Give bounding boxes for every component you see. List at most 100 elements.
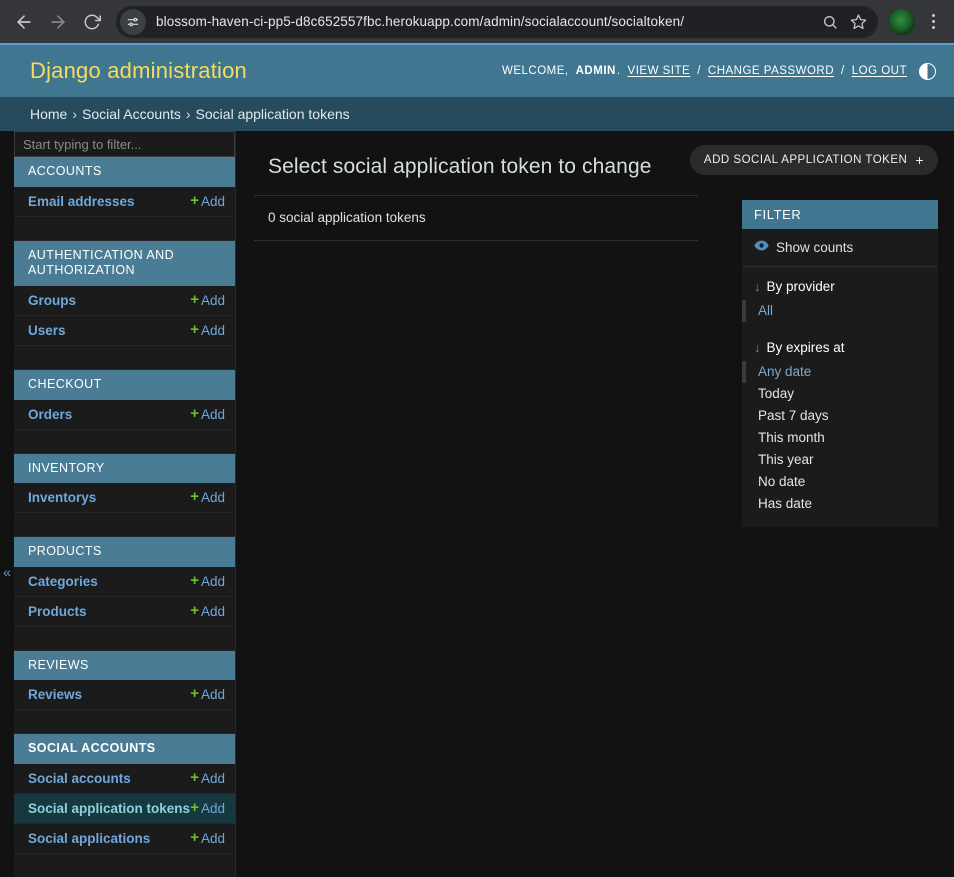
sidebar-spacer (14, 429, 235, 454)
plus-icon: + (190, 191, 199, 209)
sidebar-item-label[interactable]: Reviews (28, 687, 82, 702)
sidebar-add-link[interactable]: + Add (190, 406, 225, 422)
filter-choice-label[interactable]: Past 7 days (758, 408, 829, 423)
filter-choice-label[interactable]: This year (758, 452, 814, 467)
sidebar-add-link[interactable]: + Add (190, 769, 225, 786)
sidebar-item-label[interactable]: Groups (28, 293, 76, 308)
sidebar-item-users[interactable]: Users + Add (14, 315, 235, 346)
search-icon[interactable] (816, 8, 844, 36)
sidebar-app-caption-social-accounts[interactable]: SOCIAL ACCOUNTS (14, 734, 235, 764)
sidebar-item-label[interactable]: Products (28, 604, 87, 619)
welcome-text: WELCOME, (502, 65, 569, 77)
filter-choice-label[interactable]: No date (758, 474, 805, 489)
sidebar-item-products[interactable]: Products + Add (14, 596, 235, 627)
bookmark-star-icon[interactable] (844, 8, 872, 36)
filter-choice-no-date[interactable]: No date (742, 471, 938, 493)
breadcrumb-separator: › (72, 106, 78, 122)
filter-heading[interactable]: ↓ By provider (742, 276, 938, 300)
breadcrumb: Home › Social Accounts › Social application … (0, 97, 954, 131)
sidebar-item-social-accounts[interactable]: Social accounts + Add (14, 764, 235, 794)
sidebar-app-caption-products[interactable]: PRODUCTS (14, 537, 235, 567)
sidebar-item-inventorys[interactable]: Inventorys + Add (14, 483, 235, 514)
sidebar-item-label[interactable]: Categories (28, 574, 98, 589)
sidebar-app-caption-inventory[interactable]: INVENTORY (14, 453, 235, 484)
filter-choice-today[interactable]: Today (742, 383, 938, 405)
sidebar-item-label[interactable]: Email addresses (28, 194, 135, 209)
site-settings-icon[interactable] (120, 8, 146, 35)
add-social-application-token-button[interactable]: ADD SOCIAL APPLICATION TOKEN + (689, 145, 938, 175)
sidebar-app-caption-authentication-and-authorization[interactable]: AUTHENTICATION AND AUTHORIZATION (14, 240, 235, 286)
result-count: 0 social application tokens (268, 210, 426, 225)
sidebar-add-link[interactable]: + Add (190, 292, 225, 308)
add-label: Add (200, 406, 225, 422)
log-out-link[interactable]: LOG OUT (852, 65, 907, 77)
sidebar-add-link[interactable]: + Add (190, 686, 225, 702)
sidebar-item-orders[interactable]: Orders + Add (14, 399, 235, 430)
filter-choice-label[interactable]: All (758, 303, 773, 318)
breadcrumb-separator: › (185, 106, 191, 122)
sidebar-collapse-toggle[interactable]: « (0, 559, 14, 585)
sidebar-item-social-applications[interactable]: Social applications + Add (14, 824, 235, 854)
show-counts-toggle[interactable]: Show counts (742, 229, 938, 267)
profile-avatar-icon[interactable] (888, 7, 916, 36)
page-title: Django administration (30, 58, 247, 83)
view-site-link[interactable]: VIEW SITE (628, 65, 691, 77)
filter-group-by-expires-at: ↓ By expires at Any date Today Past 7 days Th… (742, 328, 938, 527)
filter-choice-label[interactable]: This month (758, 430, 825, 445)
filter-choice-past-7-days[interactable]: Past 7 days (742, 405, 938, 427)
welcome-period: . (616, 65, 621, 77)
sidebar-filter-input[interactable] (14, 131, 235, 157)
user-tools: WELCOME, ADMIN . VIEW SITE / CHANGE PASS… (502, 62, 936, 80)
reload-icon[interactable] (76, 6, 108, 38)
sidebar-item-label[interactable]: Inventorys (28, 490, 96, 505)
browser-toolbar: blossom-haven-ci-pp5-d8c652557fbc.heroku… (0, 0, 954, 43)
filter-choice-this-month[interactable]: This month (742, 427, 938, 449)
plus-icon: + (190, 769, 199, 786)
plus-icon: + (190, 829, 199, 846)
sidebar-add-link[interactable]: + Add (190, 829, 225, 846)
forward-arrow-icon[interactable] (42, 6, 74, 38)
address-bar[interactable]: blossom-haven-ci-pp5-d8c652557fbc.heroku… (116, 5, 878, 38)
filter-heading-label: By provider (766, 279, 835, 294)
sidebar-add-link[interactable]: + Add (190, 488, 225, 506)
sidebar-add-link[interactable]: + Add (190, 800, 225, 816)
filter-choice-any-date[interactable]: Any date (742, 361, 938, 383)
filter-choice-all[interactable]: All (742, 300, 938, 322)
add-label: Add (200, 193, 225, 209)
sidebar-item-label[interactable]: Social application tokens (28, 801, 190, 816)
sidebar-app-list: ACCOUNTS Email addresses + Add AUTHENTICATIO… (14, 157, 235, 877)
sidebar-item-label[interactable]: Social applications (28, 831, 150, 846)
filter-choice-label[interactable]: Has date (758, 496, 812, 511)
sidebar-add-link[interactable]: + Add (190, 573, 225, 589)
sidebar-item-label[interactable]: Users (28, 323, 66, 338)
breadcrumb-item-home[interactable]: Home (30, 106, 67, 122)
sidebar-item-categories[interactable]: Categories + Add (14, 566, 235, 597)
sidebar-app-block: INVENTORY Inventorys + Add (14, 453, 235, 514)
theme-toggle-icon[interactable] (919, 62, 936, 80)
sidebar-item-label[interactable]: Social accounts (28, 771, 131, 786)
sidebar-add-link[interactable]: + Add (190, 191, 225, 209)
sidebar-add-link[interactable]: + Add (190, 322, 225, 338)
plus-icon: + (190, 488, 199, 506)
sidebar-item-groups[interactable]: Groups + Add (14, 285, 235, 316)
filter-choice-this-year[interactable]: This year (742, 449, 938, 471)
sidebar-app-caption-accounts[interactable]: ACCOUNTS (14, 157, 235, 187)
sidebar-app-caption-checkout[interactable]: CHECKOUT (14, 369, 235, 400)
filter-choice-label[interactable]: Any date (758, 364, 811, 379)
change-password-link[interactable]: CHANGE PASSWORD (708, 65, 834, 77)
sidebar-add-link[interactable]: + Add (190, 603, 225, 619)
sidebar-spacer (14, 345, 235, 370)
filter-choice-has-date[interactable]: Has date (742, 493, 938, 515)
three-dot-menu-icon[interactable] (920, 6, 946, 38)
sidebar-item-reviews[interactable]: Reviews + Add (14, 680, 235, 711)
sidebar-item-social-application-tokens[interactable]: Social application tokens + Add (14, 794, 235, 824)
back-arrow-icon[interactable] (8, 6, 40, 38)
filter-heading[interactable]: ↓ By expires at (742, 337, 938, 361)
sidebar-item-email-addresses[interactable]: Email addresses + Add (14, 186, 235, 217)
sidebar-item-label[interactable]: Orders (28, 407, 72, 422)
sidebar-app-caption-reviews[interactable]: REVIEWS (14, 650, 235, 681)
filter-choice-label[interactable]: Today (758, 386, 794, 401)
sidebar-app-block: REVIEWS Reviews + Add (14, 650, 235, 711)
breadcrumb-item-social-accounts[interactable]: Social Accounts (82, 106, 181, 122)
eye-icon (754, 238, 769, 256)
